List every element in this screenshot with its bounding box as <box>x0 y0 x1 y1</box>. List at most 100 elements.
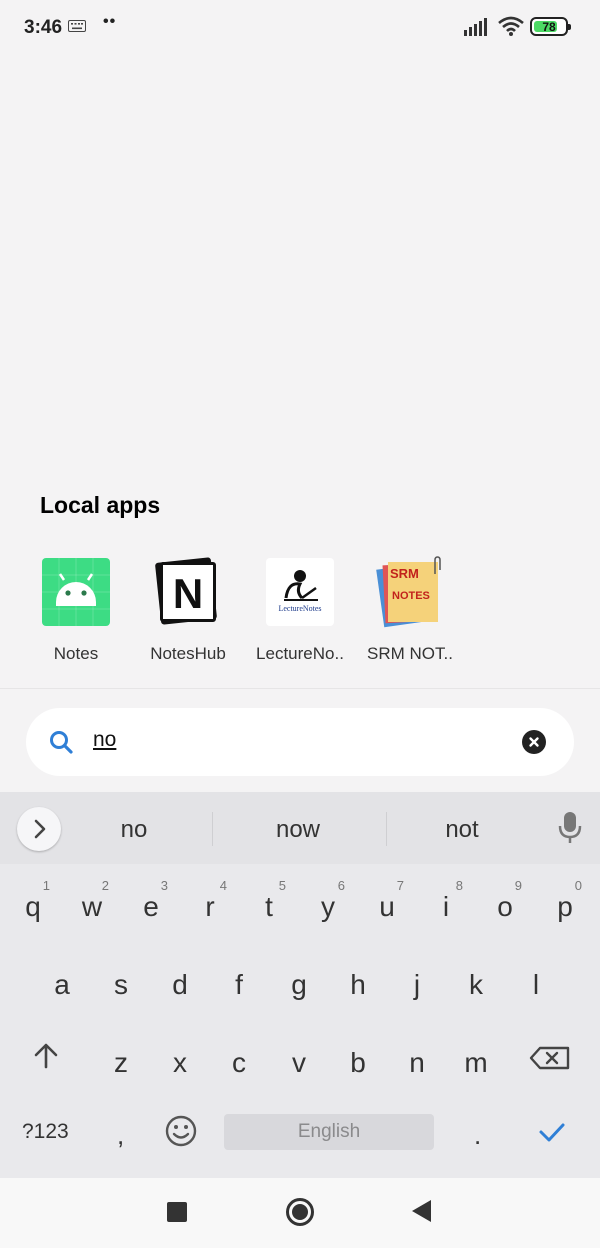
key-u[interactable]: 7u <box>358 874 416 936</box>
suggestion-3[interactable]: not <box>422 816 502 844</box>
suggestion-2[interactable]: now <box>258 816 338 844</box>
search-bar[interactable]: no <box>26 708 574 776</box>
key-a[interactable]: a <box>33 952 91 1014</box>
comma-key[interactable]: , <box>117 1120 124 1151</box>
key-y[interactable]: 6y <box>299 874 357 936</box>
key-label: y <box>321 891 335 922</box>
key-x[interactable]: x <box>151 1030 209 1092</box>
key-o[interactable]: 9o <box>476 874 534 936</box>
key-s[interactable]: s <box>92 952 150 1014</box>
key-label: u <box>379 891 395 922</box>
app-label: NotesHub <box>150 644 226 663</box>
microphone-icon[interactable] <box>556 810 584 846</box>
battery-icon: 78 <box>530 17 571 36</box>
app-lecturenotes[interactable]: LectureNotes LectureNo.. <box>246 558 354 664</box>
shift-key[interactable] <box>17 1030 75 1092</box>
app-label: SRM NOT.. <box>367 644 453 663</box>
symbols-key[interactable]: ?123 <box>22 1120 69 1144</box>
expand-toolbar-button[interactable] <box>17 807 61 851</box>
key-label: j <box>413 969 421 1000</box>
app-notes[interactable]: Notes <box>22 558 130 664</box>
key-e[interactable]: 3e <box>122 874 180 936</box>
keyboard: no now not 1q 2w 3e 4r 5t 6y 7u 8i 9o 0p… <box>0 792 600 1178</box>
key-i[interactable]: 8i <box>417 874 475 936</box>
key-label: x <box>173 1047 187 1078</box>
key-l[interactable]: l <box>507 952 565 1014</box>
wifi-icon <box>498 16 524 36</box>
key-r[interactable]: 4r <box>181 874 239 936</box>
keyboard-icon <box>68 20 86 32</box>
backspace-key[interactable] <box>522 1030 580 1092</box>
key-j[interactable]: j <box>388 952 446 1014</box>
emoji-icon[interactable] <box>164 1114 198 1148</box>
key-label: e <box>143 891 159 922</box>
key-g[interactable]: g <box>270 952 328 1014</box>
key-c[interactable]: c <box>210 1030 268 1092</box>
battery-level: 78 <box>542 20 556 34</box>
notification-dots: •• <box>103 13 117 30</box>
key-label: f <box>235 969 243 1000</box>
status-time: 3:46 <box>24 17 63 38</box>
backspace-icon <box>529 1046 570 1070</box>
key-m[interactable]: m <box>447 1030 505 1092</box>
checkmark-icon[interactable] <box>536 1116 568 1148</box>
suggestion-1[interactable]: no <box>94 816 174 844</box>
key-z[interactable]: z <box>92 1030 150 1092</box>
local-apps-title: Local apps <box>40 492 161 518</box>
chevron-right-icon <box>34 819 46 839</box>
clear-icon[interactable] <box>522 730 546 754</box>
key-number-hint: 3 <box>160 878 168 893</box>
suggestion-separator <box>212 812 213 846</box>
key-h[interactable]: h <box>329 952 387 1014</box>
shift-icon <box>34 1043 58 1069</box>
key-p[interactable]: 0p <box>536 874 594 936</box>
key-number-hint: 8 <box>455 878 463 893</box>
key-label: s <box>114 969 128 1000</box>
key-label: w <box>81 891 103 922</box>
key-label: b <box>350 1047 366 1078</box>
noteshub-icon: N <box>154 557 222 626</box>
notes-text: NOTES <box>392 590 430 602</box>
app-srm-notes[interactable]: SRM NOTES SRM NOT.. <box>356 556 464 664</box>
key-label: c <box>232 1047 246 1078</box>
key-number-hint: 6 <box>337 878 345 893</box>
key-label: a <box>54 969 70 1000</box>
app-label: Notes <box>53 644 99 663</box>
back-icon[interactable] <box>412 1200 431 1222</box>
key-label: o <box>497 891 513 922</box>
key-d[interactable]: d <box>151 952 209 1014</box>
search-icon[interactable] <box>48 729 74 755</box>
key-label: q <box>25 891 41 922</box>
key-number-hint: 7 <box>396 878 404 893</box>
key-label: r <box>205 891 215 922</box>
lecturenotes-icon: LectureNotes <box>266 558 334 626</box>
key-q[interactable]: 1q <box>4 874 62 936</box>
noteshub-glyph: N <box>172 570 204 617</box>
key-f[interactable]: f <box>210 952 268 1014</box>
key-label: t <box>265 891 273 922</box>
key-k[interactable]: k <box>447 952 505 1014</box>
key-number-hint: 2 <box>101 878 109 893</box>
srm-text: SRM <box>390 566 419 581</box>
key-number-hint: 0 <box>574 878 582 893</box>
key-v[interactable]: v <box>270 1030 328 1092</box>
home-icon[interactable] <box>286 1198 314 1226</box>
key-label: n <box>409 1047 425 1078</box>
key-number-hint: 5 <box>278 878 286 893</box>
signal-icon <box>464 18 487 36</box>
suggestion-separator <box>386 812 387 846</box>
android-notes-icon <box>42 558 110 626</box>
search-input[interactable]: no <box>93 728 116 752</box>
recent-apps-icon[interactable] <box>167 1202 187 1222</box>
key-label: d <box>172 969 188 1000</box>
key-label: l <box>532 969 540 1000</box>
key-label: p <box>557 891 573 922</box>
period-key[interactable]: . <box>474 1120 481 1151</box>
key-b[interactable]: b <box>329 1030 387 1092</box>
key-label: z <box>114 1047 128 1078</box>
space-key[interactable]: English <box>224 1114 434 1150</box>
app-noteshub[interactable]: N NotesHub <box>134 557 242 664</box>
key-t[interactable]: 5t <box>240 874 298 936</box>
key-n[interactable]: n <box>388 1030 446 1092</box>
key-w[interactable]: 2w <box>63 874 121 936</box>
